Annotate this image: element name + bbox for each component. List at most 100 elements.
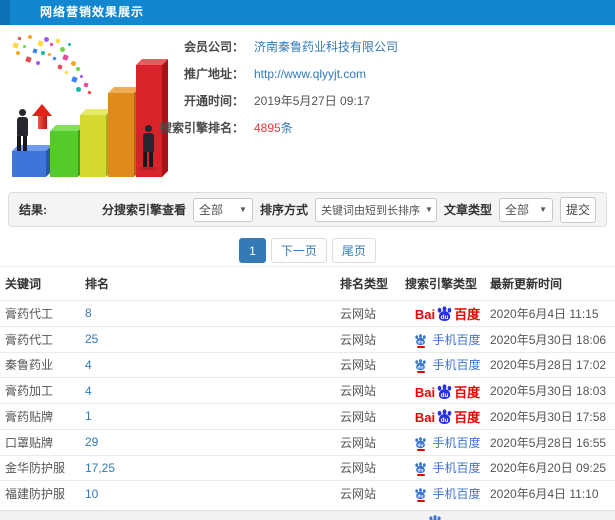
keyword-cell: 膏药加工 [5, 384, 54, 399]
rank-cell: 4 [85, 384, 340, 398]
keyword-cell: 福建防护服 [5, 487, 66, 502]
baidu-logo-bai: Bai [414, 307, 436, 323]
sort-label: 排序方式 [259, 203, 308, 217]
svg-text:du: du [418, 494, 424, 500]
svg-text:du: du [418, 365, 424, 371]
illustration-bar-blue [12, 151, 46, 177]
baidu-paw-icon: du [415, 436, 427, 448]
search-engine-cell: du 手机百度 [405, 356, 490, 374]
baidu-logo: Bai du 百度 [415, 408, 480, 424]
rank-type-cell: 云网站 [340, 332, 377, 347]
mobile-baidu-icon: du [414, 487, 427, 503]
keyword-rank-table: 关键词 排名 排名类型 搜索引擎类型 最新更新时间 膏药代工 8 云网站 Bai… [0, 266, 615, 506]
rank-link[interactable]: 4 [85, 358, 92, 372]
result-label: 结果: [19, 203, 47, 217]
filter-controls: 分搜索引擎查看 全部 ▼ 排序方式 关键词由短到长排序 ▼ 文章类型 全部 ▼ … [102, 196, 596, 223]
table-row-partial: du [0, 510, 615, 520]
mobile-baidu-logo: du 手机百度 [414, 331, 481, 348]
illustration-bar-yellow [80, 115, 106, 177]
svg-text:du: du [441, 314, 449, 321]
update-time-cell: 2020年6月4日 11:10 [490, 487, 599, 502]
open-time-value: 2019年5月27日 09:17 [254, 94, 371, 108]
baidu-logo-cn: 百度 [454, 307, 481, 323]
engine-view-select[interactable]: 全部 ▼ [192, 197, 253, 222]
table-row[interactable]: 膏药加工 4 云网站 Bai du 百度 2020年5月30日 18:03 [0, 377, 615, 403]
rank-link[interactable]: 4 [85, 384, 92, 398]
mobile-baidu-logo: du 手机百度 [414, 434, 481, 451]
chevron-down-icon: ▼ [539, 205, 547, 214]
article-type-label: 文章类型 [443, 203, 492, 217]
svg-text:du: du [441, 417, 449, 424]
rank-link[interactable]: 1 [85, 409, 92, 423]
search-engine-cell: Bai du 百度 [405, 408, 490, 424]
table-row[interactable]: 膏药代工 25 云网站 du 手机百度 2020年5月30日 18:06 [0, 325, 615, 352]
update-time-cell: 2020年6月20日 09:25 [490, 461, 607, 476]
table-row[interactable]: 福建防护服 10 云网站 du 手机百度 2020年6月4日 11:10 [0, 480, 615, 506]
keyword-cell: 秦鲁药业 [5, 358, 54, 373]
update-time-cell: 2020年5月30日 17:58 [490, 409, 607, 424]
update-time-cell: 2020年5月30日 18:06 [490, 332, 607, 347]
search-engine-cell: Bai du 百度 [405, 305, 490, 321]
table-body: 膏药代工 8 云网站 Bai du 百度 2020年6月4日 11:15 膏药代工 … [0, 300, 615, 506]
table-row[interactable]: 膏药代工 8 云网站 Bai du 百度 2020年6月4日 11:15 [0, 300, 615, 326]
baidu-paw-icon: du [415, 462, 427, 474]
baidu-logo-cn: 百度 [454, 384, 481, 400]
rank-link[interactable]: 25 [85, 332, 98, 346]
rank-cell: 10 [85, 487, 340, 501]
rank-type-cell: 云网站 [340, 358, 377, 373]
clipped-engine-icon: du [428, 514, 442, 520]
mobile-baidu-icon: du [414, 461, 427, 477]
rank-count: 4895 [254, 121, 281, 135]
illustration-bar-orange [108, 93, 134, 177]
rank-cell: 17,25 [85, 461, 340, 475]
table-row[interactable]: 口罩贴牌 29 云网站 du 手机百度 2020年5月28日 16:55 [0, 428, 615, 455]
submit-button[interactable]: 提交 [559, 196, 596, 223]
mobile-baidu-logo: du 手机百度 [414, 485, 481, 503]
update-time-cell: 2020年5月28日 17:02 [490, 358, 607, 373]
businessman-figure-right [140, 125, 156, 167]
svg-text:du: du [441, 391, 449, 398]
baidu-logo: Bai du 百度 [415, 383, 480, 399]
company-name-link[interactable]: 济南秦鲁药业科技有限公司 [254, 38, 398, 55]
rank-cell: 8 [85, 306, 340, 320]
search-engine-cell: du 手机百度 [405, 331, 490, 348]
table-row[interactable]: 膏药贴牌 1 云网站 Bai du 百度 2020年5月30日 17:58 [0, 403, 615, 429]
growth-chart-illustration [8, 33, 168, 185]
up-arrow-icon [32, 104, 52, 129]
mobile-baidu-icon: du [414, 333, 427, 348]
baidu-paw-icon: du [415, 488, 427, 500]
rank-link[interactable]: 10 [85, 487, 98, 501]
header-updated: 最新更新时间 [490, 277, 563, 291]
table-row[interactable]: 秦鲁药业 4 云网站 du 手机百度 2020年5月28日 17:02 [0, 351, 615, 378]
search-engine-cell: du 手机百度 [405, 434, 490, 451]
svg-text:du: du [418, 468, 424, 474]
window-titlebar: 网络营销效果展示 [0, 0, 615, 25]
info-row-url: 推广地址： http://www.qlyyjt.com [160, 60, 600, 87]
update-time-cell: 2020年6月4日 11:15 [490, 306, 599, 321]
table-row[interactable]: 金华防护服 17,25 云网站 du 手机百度 2020年6月20日 09:25 [0, 454, 615, 481]
company-label: 会员公司： [183, 40, 244, 54]
header-keyword: 关键词 [5, 277, 42, 291]
rank-cell: 25 [85, 332, 340, 346]
baidu-logo-bai: Bai [414, 384, 436, 400]
rank-link[interactable]: 8 [85, 306, 92, 320]
last-page-button[interactable]: 尾页 [331, 238, 376, 263]
table-header-row: 关键词 排名 排名类型 搜索引擎类型 最新更新时间 [0, 266, 615, 300]
baidu-paw-icon: du [415, 359, 427, 371]
next-page-button[interactable]: 下一页 [270, 238, 327, 263]
svg-text:du: du [418, 442, 424, 448]
baidu-paw-icon: du [437, 384, 452, 399]
chevron-down-icon: ▼ [239, 205, 247, 214]
promotion-url-label: 推广地址： [183, 67, 244, 81]
page-number-current[interactable]: 1 [239, 238, 266, 263]
article-type-select[interactable]: 全部 ▼ [498, 197, 553, 222]
rank-link[interactable]: 29 [85, 435, 98, 449]
sort-select[interactable]: 关键词由短到长排序 ▼ [314, 197, 437, 222]
rank-link[interactable]: 17,25 [85, 461, 115, 475]
rank-type-cell: 云网站 [340, 487, 377, 502]
mobile-baidu-label: 手机百度 [432, 435, 481, 450]
rank-type-cell: 云网站 [340, 306, 377, 321]
promotion-url-link[interactable]: http://www.qlyyjt.com [254, 67, 366, 81]
info-row-engine-rank: 搜索引擎排名： 4895条 [160, 114, 600, 141]
search-engine-cell: Bai du 百度 [405, 383, 490, 399]
